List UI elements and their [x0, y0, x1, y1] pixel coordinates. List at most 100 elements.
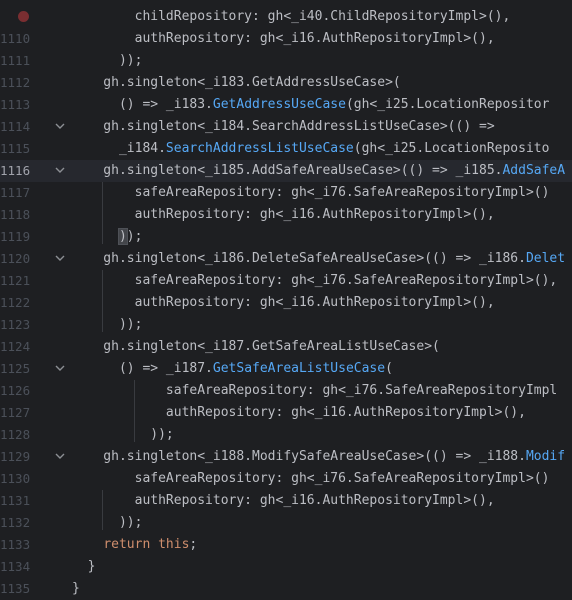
code-token: gh.singleton<_i188.ModifySafeAreaUseCase… — [72, 449, 526, 464]
function-name: Delet — [525, 251, 566, 266]
code-line[interactable]: 1113 () => _i183.GetAddressUseCase(gh<_i… — [0, 94, 572, 116]
code-text[interactable]: gh.singleton<_i185.AddSafeAreaUseCase>((… — [72, 160, 565, 182]
code-text[interactable]: } — [72, 556, 96, 578]
code-text[interactable]: () => _i187.GetSafeAreaListUseCase( — [72, 358, 393, 380]
line-number[interactable]: 1110 — [0, 28, 30, 50]
line-number[interactable]: 1134 — [0, 556, 30, 578]
code-token: authRepository: gh<_i16.AuthRepositoryIm… — [72, 31, 495, 46]
code-text[interactable]: return this; — [72, 534, 197, 556]
code-token: } — [72, 581, 80, 596]
code-text[interactable]: safeAreaRepository: gh<_i76.SafeAreaRepo… — [72, 182, 550, 204]
code-text[interactable]: authRepository: gh<_i16.AuthRepositoryIm… — [72, 204, 495, 226]
code-token: authRepository: gh<_i16.AuthRepositoryIm… — [72, 207, 495, 222]
code-text[interactable]: )); — [72, 512, 143, 534]
code-text[interactable]: )); — [72, 50, 143, 72]
line-number[interactable]: 1113 — [0, 94, 30, 116]
code-text[interactable]: gh.singleton<_i187.GetSafeAreaListUseCas… — [72, 336, 440, 358]
code-line[interactable]: 1127 authRepository: gh<_i16.AuthReposit… — [0, 402, 572, 424]
code-text[interactable]: safeAreaRepository: gh<_i76.SafeAreaRepo… — [72, 270, 558, 292]
line-number[interactable]: 1119 — [0, 226, 30, 248]
chevron-down-icon[interactable] — [54, 358, 66, 380]
line-number[interactable]: 1128 — [0, 424, 30, 446]
code-line[interactable]: childRepository: gh<_i40.ChildRepository… — [0, 6, 572, 28]
line-number[interactable]: 1124 — [0, 336, 30, 358]
code-text[interactable]: safeAreaRepository: gh<_i76.SafeAreaRepo… — [72, 380, 557, 402]
code-line[interactable]: 1135} — [0, 578, 572, 600]
code-text[interactable]: authRepository: gh<_i16.AuthRepositoryIm… — [72, 28, 495, 50]
code-line[interactable]: 1125 () => _i187.GetSafeAreaListUseCase( — [0, 358, 572, 380]
code-text[interactable]: )); — [72, 424, 173, 446]
code-line[interactable]: 1120 gh.singleton<_i186.DeleteSafeAreaUs… — [0, 248, 572, 270]
line-number[interactable]: 1122 — [0, 292, 30, 314]
code-line[interactable]: 1117 safeAreaRepository: gh<_i76.SafeAre… — [0, 182, 572, 204]
code-line[interactable]: 1130 safeAreaRepository: gh<_i76.SafeAre… — [0, 468, 572, 490]
code-token: (gh<_i25.LocationRepositor — [345, 97, 550, 112]
code-line[interactable]: 1126 safeAreaRepository: gh<_i76.SafeAre… — [0, 380, 572, 402]
line-number[interactable]: 1115 — [0, 138, 30, 160]
line-number[interactable]: 1133 — [0, 534, 30, 556]
code-editor[interactable]: childRepository: gh<_i40.ChildRepository… — [0, 0, 572, 600]
line-number[interactable]: 1117 — [0, 182, 30, 204]
line-number[interactable]: 1135 — [0, 578, 30, 600]
code-line[interactable]: 1132 )); — [0, 512, 572, 534]
code-line[interactable]: 1131 authRepository: gh<_i16.AuthReposit… — [0, 490, 572, 512]
code-line[interactable]: 1118 authRepository: gh<_i16.AuthReposit… — [0, 204, 572, 226]
line-number[interactable]: 1127 — [0, 402, 30, 424]
code-line[interactable]: 1122 authRepository: gh<_i16.AuthReposit… — [0, 292, 572, 314]
line-number[interactable]: 1121 — [0, 270, 30, 292]
code-line[interactable]: 1119 )); — [0, 226, 572, 248]
code-line[interactable]: 1114 gh.singleton<_i184.SearchAddressLis… — [0, 116, 572, 138]
breakpoint-icon[interactable] — [18, 11, 29, 22]
line-number[interactable]: 1111 — [0, 50, 30, 72]
code-line[interactable]: 1121 safeAreaRepository: gh<_i76.SafeAre… — [0, 270, 572, 292]
code-token: () => _i183. — [72, 97, 213, 112]
code-text[interactable]: )); — [72, 314, 143, 336]
code-token: gh.singleton<_i184.SearchAddressListUseC… — [72, 119, 495, 134]
line-number[interactable]: 1120 — [0, 248, 30, 270]
code-line[interactable]: 1116 gh.singleton<_i185.AddSafeAreaUseCa… — [0, 160, 572, 182]
code-text[interactable]: authRepository: gh<_i16.AuthRepositoryIm… — [72, 402, 526, 424]
code-line[interactable]: 1112 gh.singleton<_i183.GetAddressUseCas… — [0, 72, 572, 94]
code-token: (gh<_i25.LocationReposito — [353, 141, 550, 156]
chevron-down-icon[interactable] — [54, 116, 66, 138]
line-number[interactable]: 1112 — [0, 72, 30, 94]
code-line[interactable]: 1124 gh.singleton<_i187.GetSafeAreaListU… — [0, 336, 572, 358]
line-number[interactable]: 1132 — [0, 512, 30, 534]
code-text[interactable]: gh.singleton<_i188.ModifySafeAreaUseCase… — [72, 446, 565, 468]
code-line[interactable]: 1115 _i184.SearchAddressListUseCase(gh<_… — [0, 138, 572, 160]
line-number[interactable]: 1129 — [0, 446, 30, 468]
code-line[interactable]: 1128 )); — [0, 424, 572, 446]
code-token: } — [72, 559, 96, 574]
code-text[interactable]: () => _i183.GetAddressUseCase(gh<_i25.Lo… — [72, 94, 550, 116]
code-text[interactable]: )); — [72, 226, 142, 248]
code-text[interactable]: gh.singleton<_i186.DeleteSafeAreaUseCase… — [72, 248, 565, 270]
code-token: safeAreaRepository: gh<_i76.SafeAreaRepo… — [72, 185, 550, 200]
code-text[interactable]: authRepository: gh<_i16.AuthRepositoryIm… — [72, 292, 495, 314]
line-number[interactable]: 1126 — [0, 380, 30, 402]
line-number[interactable]: 1125 — [0, 358, 30, 380]
code-text[interactable]: gh.singleton<_i184.SearchAddressListUseC… — [72, 116, 495, 138]
line-number[interactable]: 1123 — [0, 314, 30, 336]
code-text[interactable]: authRepository: gh<_i16.AuthRepositoryIm… — [72, 490, 495, 512]
code-line[interactable]: 1133 return this; — [0, 534, 572, 556]
code-line[interactable]: 1129 gh.singleton<_i188.ModifySafeAreaUs… — [0, 446, 572, 468]
code-text[interactable]: } — [72, 578, 80, 600]
code-line[interactable]: 1123 )); — [0, 314, 572, 336]
code-text[interactable]: _i184.SearchAddressListUseCase(gh<_i25.L… — [72, 138, 549, 160]
code-text[interactable]: childRepository: gh<_i40.ChildRepository… — [72, 6, 511, 28]
code-line[interactable]: 1111 )); — [0, 50, 572, 72]
code-text[interactable]: safeAreaRepository: gh<_i76.SafeAreaRepo… — [72, 468, 550, 490]
code-token: gh.singleton<_i183.GetAddressUseCase>( — [72, 75, 401, 90]
function-name: GetAddressUseCase — [212, 97, 346, 112]
chevron-down-icon[interactable] — [54, 446, 66, 468]
code-line[interactable]: 1110 authRepository: gh<_i16.AuthReposit… — [0, 28, 572, 50]
code-line[interactable]: 1134 } — [0, 556, 572, 578]
line-number[interactable]: 1130 — [0, 468, 30, 490]
line-number[interactable]: 1131 — [0, 490, 30, 512]
line-number[interactable]: 1116 — [0, 160, 30, 182]
line-number[interactable]: 1114 — [0, 116, 30, 138]
chevron-down-icon[interactable] — [54, 248, 66, 270]
code-text[interactable]: gh.singleton<_i183.GetAddressUseCase>( — [72, 72, 401, 94]
line-number[interactable]: 1118 — [0, 204, 30, 226]
chevron-down-icon[interactable] — [54, 160, 66, 182]
